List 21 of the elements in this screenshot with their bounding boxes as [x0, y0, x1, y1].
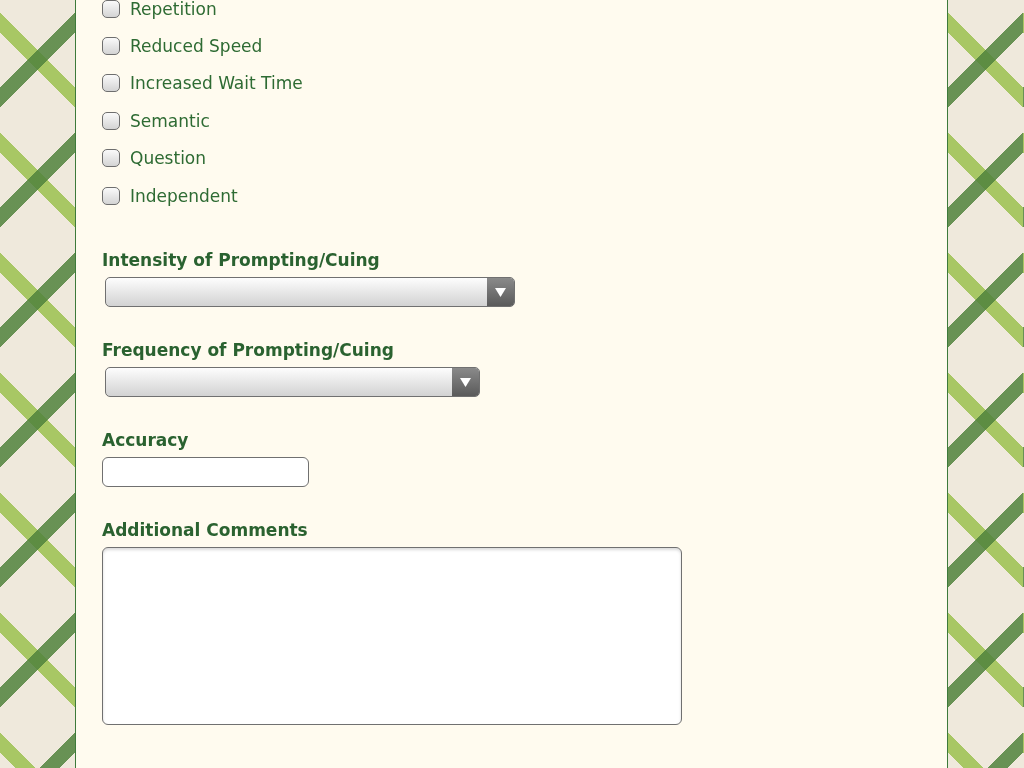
checkbox-label: Repetition — [130, 0, 217, 19]
field-label: Intensity of Prompting/Cuing — [102, 250, 380, 271]
checkbox[interactable] — [102, 37, 120, 56]
accuracy-input[interactable] — [102, 457, 309, 488]
checkbox-label: Semantic — [130, 110, 210, 131]
dropdown[interactable] — [105, 277, 515, 308]
checkbox-label: Reduced Speed — [130, 36, 263, 57]
caret-icon — [487, 278, 514, 307]
checkbox[interactable] — [102, 149, 120, 168]
field-label: Frequency of Prompting/Cuing — [102, 340, 394, 361]
caret-icon — [452, 368, 479, 397]
checkbox[interactable] — [102, 74, 120, 93]
checkbox-label: Question — [130, 148, 207, 169]
checkbox-label: Increased Wait Time — [130, 73, 303, 94]
dropdown[interactable] — [105, 367, 480, 398]
field-label: Accuracy — [102, 430, 189, 451]
checkbox[interactable] — [102, 111, 120, 130]
checkbox[interactable] — [102, 0, 120, 18]
field-label: Additional Comments — [102, 520, 308, 541]
checkbox-label: Independent — [130, 185, 238, 206]
checkbox[interactable] — [102, 186, 120, 205]
